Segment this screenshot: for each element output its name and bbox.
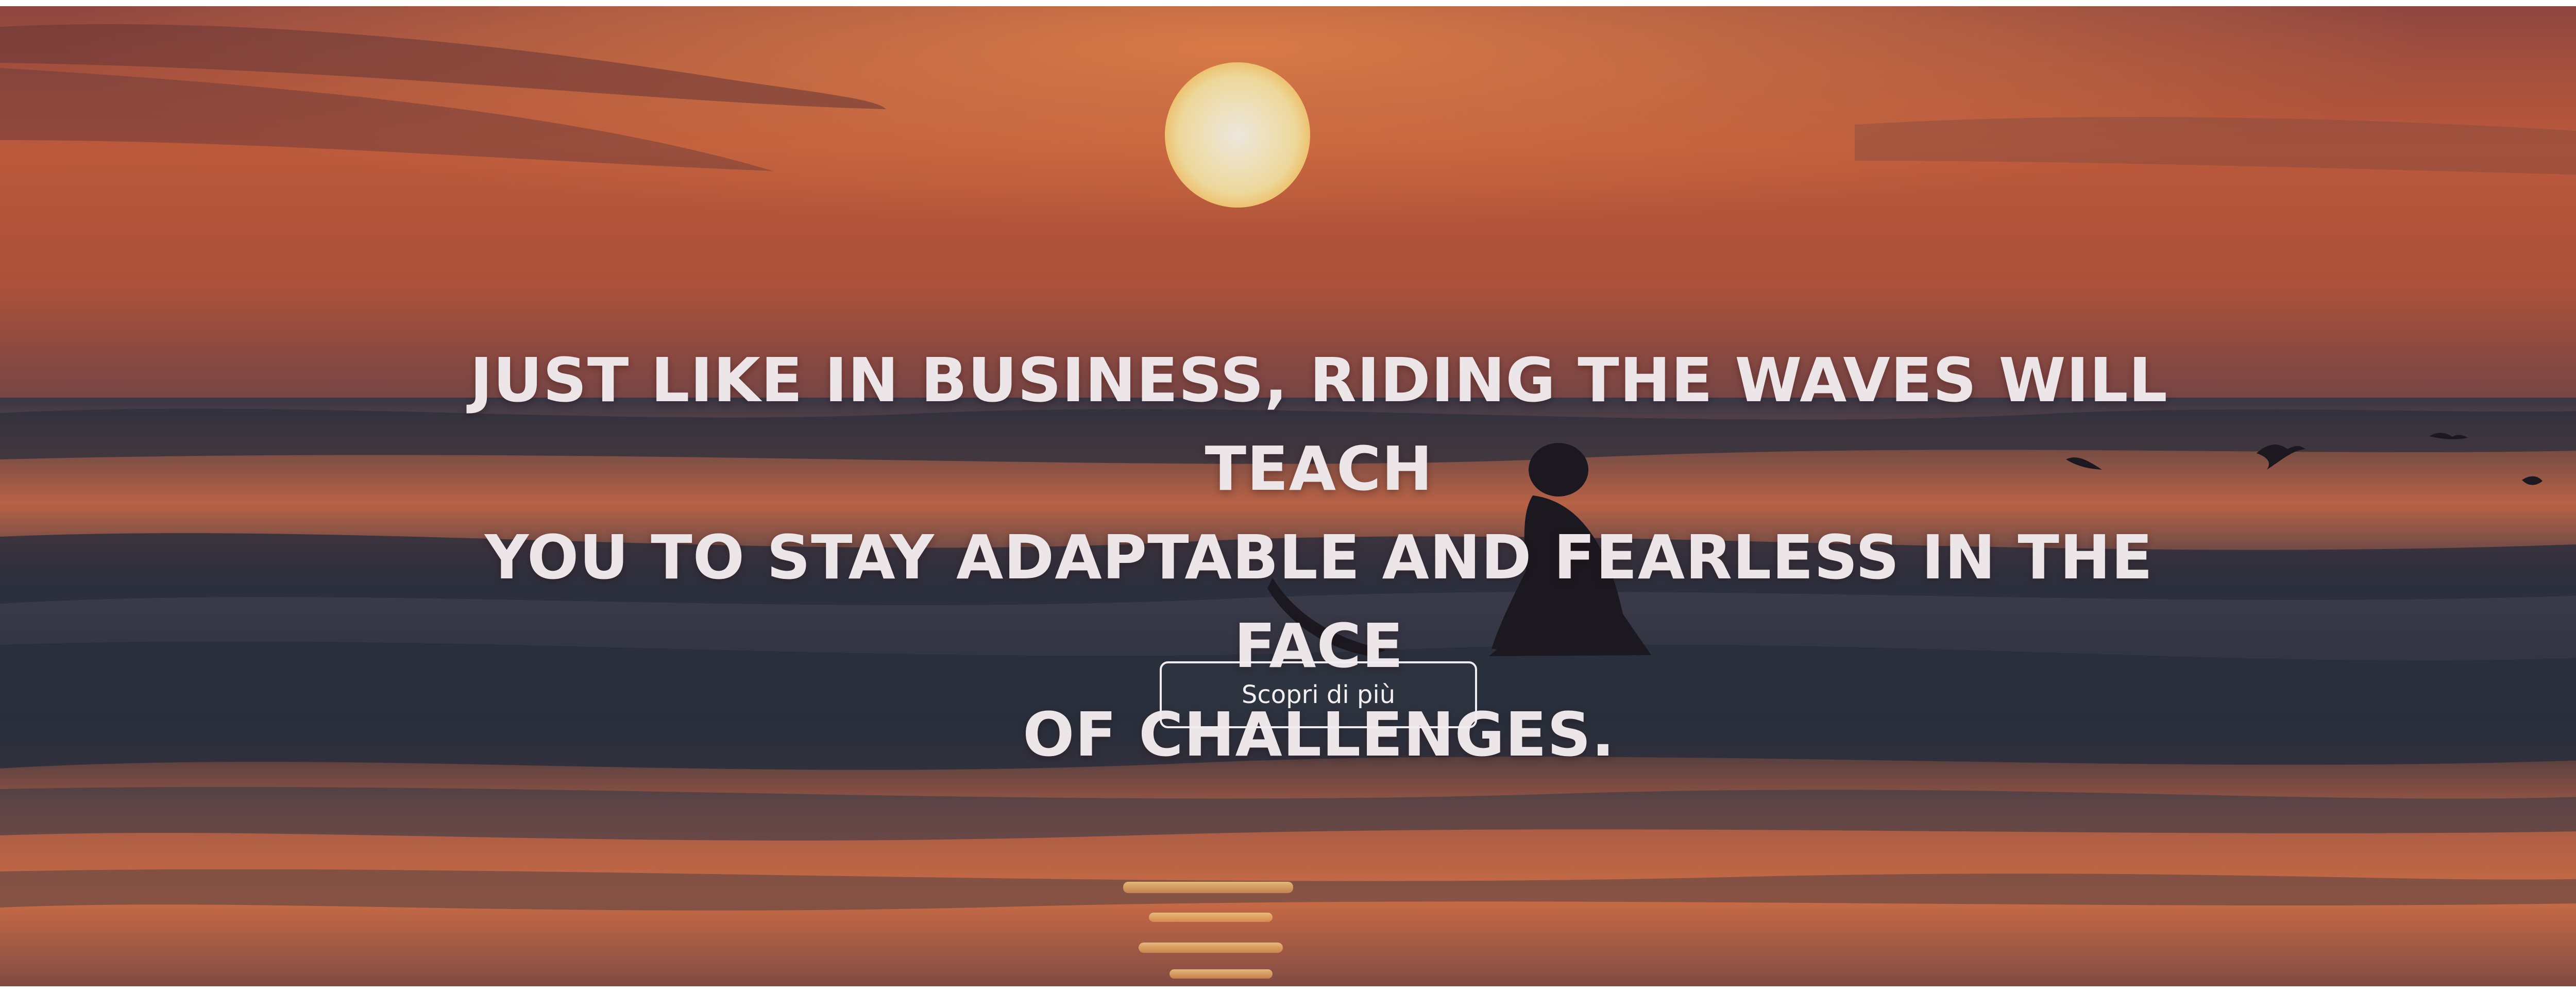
headline-line-2: YOU TO STAY ADAPTABLE AND FEARLESS IN TH… <box>484 522 2154 681</box>
headline-line-1: JUST LIKE IN BUSINESS, RIDING THE WAVES … <box>470 345 2168 504</box>
discover-more-button[interactable]: Scopri di più <box>1160 661 1477 728</box>
page: JUST LIKE IN BUSINESS, RIDING THE WAVES … <box>0 0 2576 993</box>
hero-banner: JUST LIKE IN BUSINESS, RIDING THE WAVES … <box>0 6 2576 986</box>
